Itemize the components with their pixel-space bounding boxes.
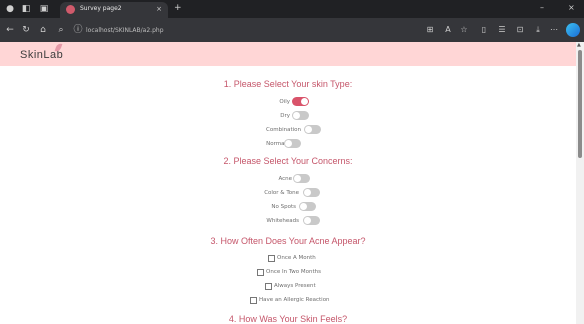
- tab-strip: ● ◧ ▣ Survey page2 × + – ×: [0, 0, 584, 18]
- checkbox-once-a-month[interactable]: [268, 255, 275, 262]
- option-label-combination: Combination: [266, 127, 301, 133]
- close-window-button[interactable]: ×: [568, 2, 575, 14]
- checkbox-label-once-in-two-months: Once In Two Months: [266, 269, 321, 275]
- toggle-acne[interactable]: [293, 174, 310, 183]
- scrollbar-thumb[interactable]: [578, 50, 582, 158]
- section-title-skin-feel: 4. How Was Your Skin Feels?: [228, 314, 348, 324]
- checkbox-label-once-a-month: Once A Month: [277, 255, 316, 261]
- split-screen-icon[interactable]: ▯: [478, 24, 490, 36]
- checkbox-label-allergic-reaction: Have an Allergic Reaction: [259, 297, 330, 303]
- tab-actions-icon[interactable]: ▣: [38, 3, 50, 15]
- toggle-no-spots[interactable]: [299, 202, 316, 211]
- checkbox-once-in-two-months[interactable]: [257, 269, 264, 276]
- back-icon[interactable]: ←: [4, 24, 16, 36]
- toggle-knob: [301, 98, 308, 105]
- toggle-knob: [300, 203, 307, 210]
- site-header: SkinLab: [0, 42, 576, 66]
- toggle-oily[interactable]: [292, 97, 309, 106]
- address-bar: ← ↻ ⌂ ⌕ ⓘ localhost/SKINLAB/a2.php ⊞ A ☆…: [0, 18, 584, 42]
- option-label-oily: Oily: [279, 99, 290, 105]
- section-title-skin-type: 1. Please Select Your skin Type:: [223, 79, 353, 89]
- option-label-normal: Normal: [266, 141, 286, 147]
- toggle-knob: [304, 189, 311, 196]
- scroll-up-icon[interactable]: ▲: [577, 42, 581, 48]
- checkbox-always-present[interactable]: [265, 283, 272, 290]
- toggle-combination[interactable]: [304, 125, 321, 134]
- url-field[interactable]: localhost/SKINLAB/a2.php: [86, 27, 164, 35]
- workspaces-icon[interactable]: ◧: [20, 3, 32, 15]
- site-info-icon[interactable]: ⓘ: [72, 24, 84, 36]
- new-tab-button[interactable]: +: [174, 2, 182, 14]
- page-content: SkinLab 1. Please Select Your skin Type:…: [0, 42, 576, 324]
- tab-title: Survey page2: [80, 5, 122, 12]
- search-icon[interactable]: ⌕: [55, 24, 67, 36]
- toggle-dry[interactable]: [292, 111, 309, 120]
- favorites-icon[interactable]: ☰: [496, 24, 508, 36]
- more-options-icon[interactable]: ⋯: [548, 24, 560, 36]
- browser-window: ● ◧ ▣ Survey page2 × + – × ← ↻ ⌂ ⌕ ⓘ loc…: [0, 0, 584, 324]
- option-label-whiteheads: Whiteheads: [266, 218, 299, 224]
- option-label-color-tone: Color & Tone: [264, 190, 299, 196]
- page-scrollbar[interactable]: ▲: [576, 42, 584, 324]
- section-title-concerns: 2. Please Select Your Concerns:: [223, 156, 353, 166]
- tab-survey-page[interactable]: Survey page2 ×: [60, 2, 168, 18]
- checkbox-label-always-present: Always Present: [274, 283, 316, 289]
- toggle-color-tone[interactable]: [303, 188, 320, 197]
- copilot-icon[interactable]: [566, 23, 580, 37]
- downloads-icon[interactable]: ⤓: [532, 24, 544, 36]
- section-title-acne-frequency: 3. How Often Does Your Acne Appear?: [210, 236, 366, 246]
- tab-close-icon[interactable]: ×: [156, 4, 162, 14]
- tab-favicon-icon: [66, 5, 75, 14]
- toggle-knob: [304, 217, 311, 224]
- toggle-normal[interactable]: [284, 139, 301, 148]
- option-label-acne: Acne: [278, 176, 292, 182]
- option-label-dry: Dry: [280, 113, 290, 119]
- checkbox-allergic-reaction[interactable]: [250, 297, 257, 304]
- toggle-knob: [305, 126, 312, 133]
- option-label-no-spots: No Spots: [271, 204, 296, 210]
- minimize-button[interactable]: –: [540, 2, 544, 14]
- favorite-star-icon[interactable]: ☆: [458, 24, 470, 36]
- toggle-whiteheads[interactable]: [303, 216, 320, 225]
- home-icon[interactable]: ⌂: [37, 24, 49, 36]
- toggle-knob: [285, 140, 292, 147]
- zoom-icon[interactable]: A: [442, 24, 454, 36]
- toggle-knob: [294, 175, 301, 182]
- profile-icon[interactable]: ●: [4, 3, 16, 15]
- read-aloud-icon[interactable]: ⊞: [424, 24, 436, 36]
- toggle-knob: [293, 112, 300, 119]
- collections-icon[interactable]: ⊡: [514, 24, 526, 36]
- refresh-icon[interactable]: ↻: [20, 24, 32, 36]
